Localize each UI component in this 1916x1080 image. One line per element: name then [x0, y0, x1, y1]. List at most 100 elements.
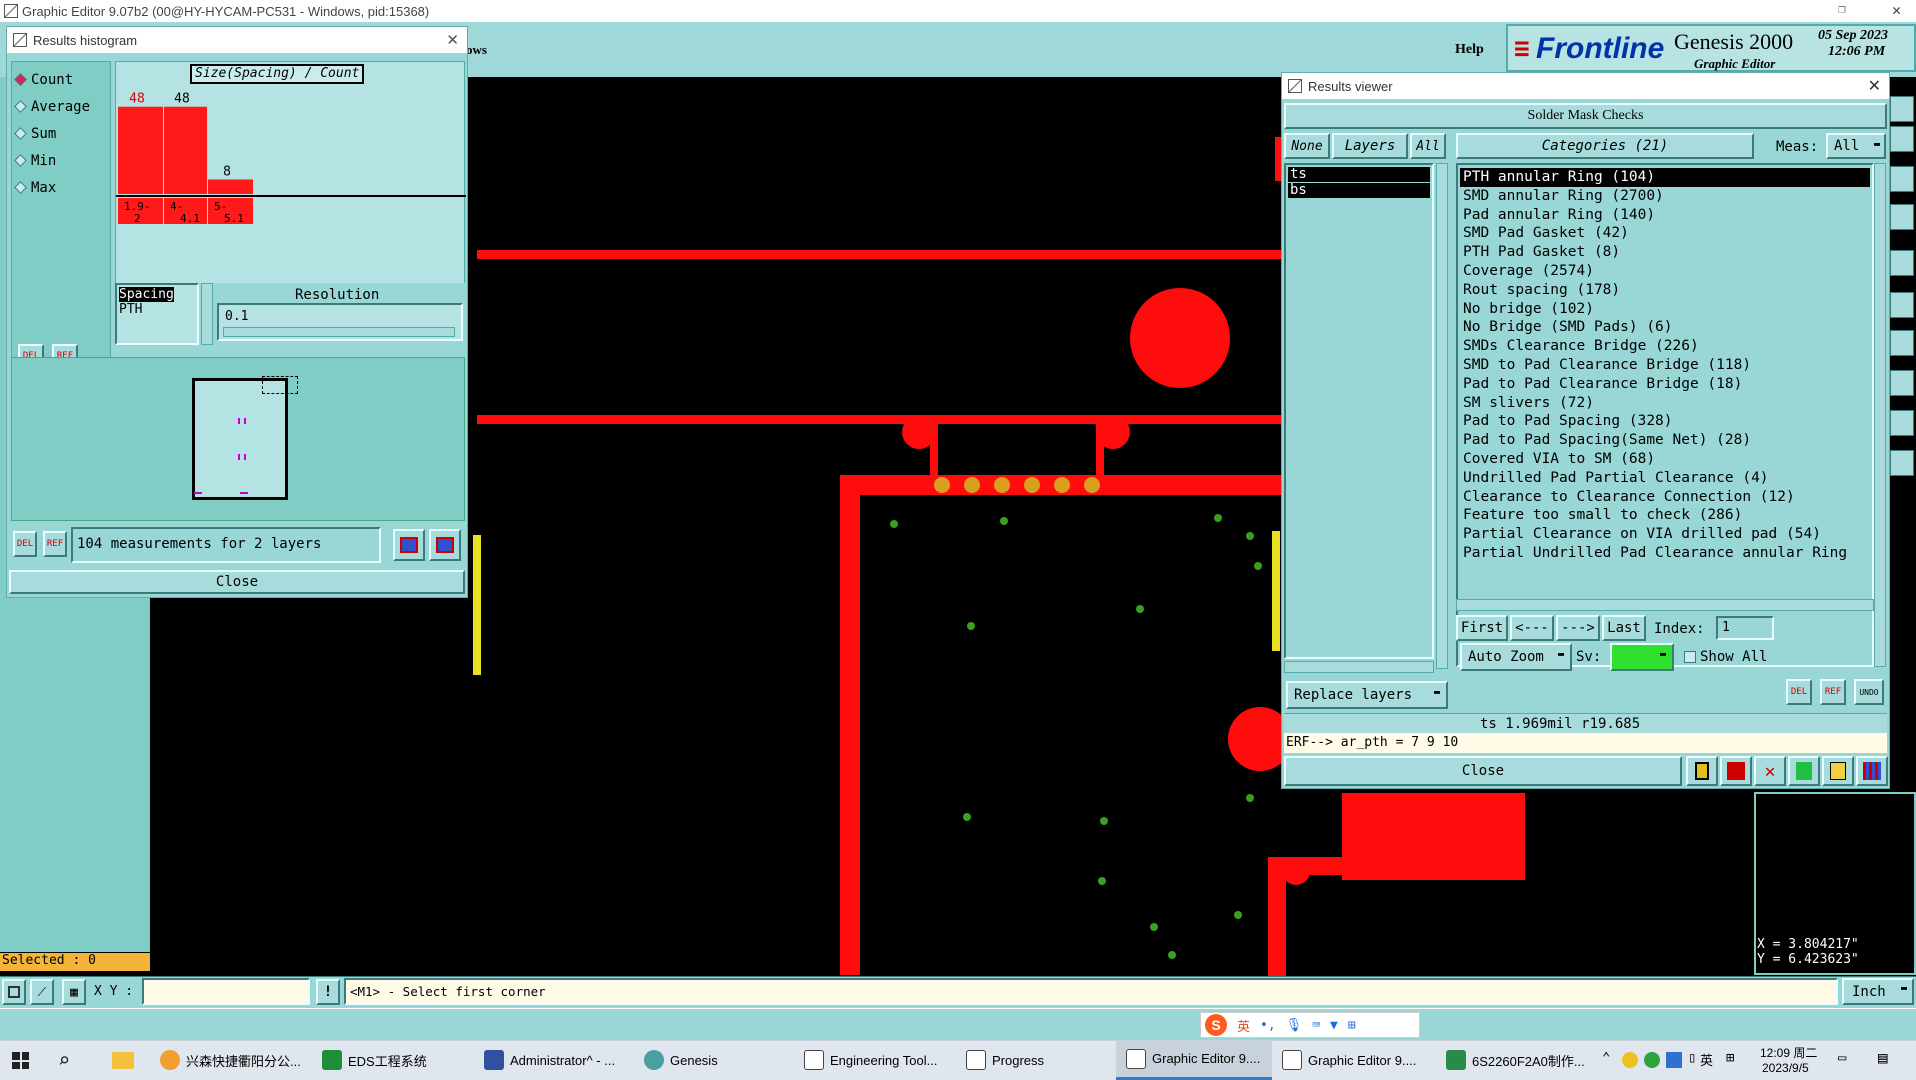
resolution-slider[interactable]	[223, 327, 455, 337]
zoom-layer-button[interactable]	[393, 529, 425, 561]
tool-icon[interactable]	[1890, 250, 1914, 276]
category-item[interactable]: Rout spacing (178)	[1460, 281, 1870, 300]
meas-dropdown[interactable]: All ▬	[1826, 133, 1886, 159]
resolution-field[interactable]: 0.1	[217, 303, 463, 341]
punct-icon[interactable]: •,	[1260, 1018, 1276, 1033]
tool-icon[interactable]	[1890, 96, 1914, 122]
layers-button[interactable]: Layers	[1332, 133, 1408, 159]
categories-header[interactable]: Categories (21)	[1456, 133, 1754, 159]
tray-app-icon[interactable]	[1666, 1052, 1682, 1068]
info-button[interactable]: !	[316, 979, 340, 1005]
ime-grid-icon[interactable]: ⊞	[1726, 1050, 1734, 1066]
menu-help[interactable]: Help	[1455, 42, 1484, 58]
category-item[interactable]: Pad to Pad Clearance Bridge (18)	[1460, 375, 1870, 394]
measure-icon-button[interactable]	[1686, 756, 1718, 786]
sogou-icon[interactable]: S	[1205, 1014, 1227, 1036]
skin-icon[interactable]: ▼	[1330, 1018, 1338, 1033]
taskbar-item[interactable]: EDS工程系统	[322, 1040, 427, 1080]
categories-scrollbar-h[interactable]	[1456, 599, 1874, 611]
layers-scrollbar-v[interactable]	[1436, 163, 1448, 669]
delete-icon-button[interactable]	[1720, 756, 1752, 786]
spacing-list[interactable]: Spacing PTH	[115, 283, 199, 345]
first-button[interactable]: First	[1456, 615, 1508, 641]
del-button[interactable]: DEL	[1786, 679, 1812, 705]
index-input[interactable]: 1	[1716, 616, 1774, 640]
pth-item[interactable]: PTH	[119, 302, 195, 317]
tray-chevron-icon[interactable]: ⌃	[1602, 1050, 1610, 1066]
undo-button[interactable]: UNDO	[1854, 679, 1884, 705]
taskbar-item[interactable]: Administrator^ - ...	[484, 1040, 615, 1080]
tool-icon[interactable]	[1890, 204, 1914, 230]
keyboard-icon[interactable]: ⌨	[1312, 1018, 1320, 1033]
mode-option[interactable]: Count	[12, 66, 110, 93]
explorer-icon[interactable]	[112, 1052, 134, 1069]
mode-option[interactable]: Max	[12, 174, 110, 201]
category-item[interactable]: SMD annular Ring (2700)	[1460, 187, 1870, 206]
desktop-icon[interactable]: ▭	[1838, 1050, 1846, 1066]
auto-zoom-dropdown[interactable]: Auto Zoom ▬	[1460, 643, 1572, 671]
replace-layers-dropdown[interactable]: Replace layers ▬	[1286, 681, 1448, 709]
clock-date[interactable]: 2023/9/5	[1762, 1061, 1809, 1075]
category-item[interactable]: Pad to Pad Spacing (328)	[1460, 412, 1870, 431]
histogram-bar[interactable]	[208, 179, 253, 194]
ref-button[interactable]: REF	[1820, 679, 1846, 705]
categories-scrollbar-v[interactable]	[1874, 163, 1886, 667]
window-close-icon[interactable]: ✕	[1892, 1, 1901, 19]
category-item[interactable]: Clearance to Clearance Connection (12)	[1460, 488, 1870, 507]
tray-app-icon[interactable]	[1622, 1052, 1638, 1068]
category-item[interactable]: Covered VIA to SM (68)	[1460, 450, 1870, 469]
histogram-bar[interactable]	[164, 106, 207, 194]
sv-dropdown[interactable]: ▬	[1610, 643, 1674, 671]
apps-icon[interactable]: ⊞	[1348, 1018, 1356, 1033]
categories-list[interactable]: PTH annular Ring (104) SMD annular Ring (…	[1456, 163, 1874, 667]
taskbar-item[interactable]: Graphic Editor 9....	[1282, 1040, 1416, 1080]
ref-button[interactable]: REF	[43, 531, 67, 557]
category-item[interactable]: No Bridge (SMD Pads) (6)	[1460, 318, 1870, 337]
tool-icon[interactable]	[1890, 292, 1914, 318]
category-item[interactable]: SMD Pad Gasket (42)	[1460, 224, 1870, 243]
select-tool-button[interactable]	[2, 979, 26, 1005]
show-all-checkbox[interactable]	[1684, 651, 1696, 663]
histogram-icon-button[interactable]	[1856, 756, 1888, 786]
layer-item[interactable]: ts	[1288, 167, 1430, 182]
mode-option[interactable]: Average	[12, 93, 110, 120]
all-layers-button[interactable]: All	[1410, 133, 1446, 159]
report-icon-button[interactable]	[1788, 756, 1820, 786]
ime-lang[interactable]: 英	[1237, 1016, 1250, 1035]
spacing-item[interactable]: Spacing	[119, 287, 174, 302]
category-item[interactable]: Feature too small to check (286)	[1460, 506, 1870, 525]
category-item[interactable]: Pad to Pad Spacing(Same Net) (28)	[1460, 431, 1870, 450]
start-icon[interactable]	[12, 1052, 29, 1069]
mode-option[interactable]: Min	[12, 147, 110, 174]
restore-icon[interactable]: ❐	[1838, 2, 1846, 17]
taskbar-item[interactable]: Engineering Tool...	[804, 1040, 937, 1080]
category-item[interactable]: No bridge (102)	[1460, 300, 1870, 319]
mode-option[interactable]: Sum	[12, 120, 110, 147]
clear-icon-button[interactable]: ✕	[1754, 756, 1786, 786]
search-icon[interactable]: ⌕	[58, 1048, 70, 1072]
close-icon[interactable]: ✕	[1868, 76, 1881, 96]
close-icon[interactable]: ✕	[446, 31, 459, 49]
taskbar-item[interactable]: 6S2260F2A0制作...	[1446, 1040, 1585, 1080]
results-close-button[interactable]: Close	[1284, 756, 1682, 786]
tool-icon[interactable]	[1890, 370, 1914, 396]
histogram-close-button[interactable]: Close	[9, 570, 465, 594]
category-item[interactable]: Coverage (2574)	[1460, 262, 1870, 281]
menu-windows[interactable]: ows	[466, 42, 487, 58]
none-button[interactable]: None	[1284, 133, 1330, 159]
category-item[interactable]: SMD to Pad Clearance Bridge (118)	[1460, 356, 1870, 375]
next-button[interactable]: --->	[1556, 615, 1600, 641]
category-item[interactable]: SM slivers (72)	[1460, 394, 1870, 413]
tool-icon[interactable]	[1890, 410, 1914, 436]
taskbar-item[interactable]: Genesis	[644, 1040, 718, 1080]
prev-button[interactable]: <---	[1510, 615, 1554, 641]
tool-icon[interactable]	[1890, 166, 1914, 192]
category-item[interactable]: PTH annular Ring (104)	[1460, 168, 1870, 187]
layers-list[interactable]: ts bs	[1284, 163, 1434, 659]
last-button[interactable]: Last	[1602, 615, 1646, 641]
tray-lang[interactable]: 英	[1700, 1050, 1713, 1069]
category-item[interactable]: PTH Pad Gasket (8)	[1460, 243, 1870, 262]
notes-icon-button[interactable]	[1822, 756, 1854, 786]
tray-app-icon[interactable]	[1644, 1052, 1660, 1068]
category-item[interactable]: Partial Clearance on VIA drilled pad (54…	[1460, 525, 1870, 544]
